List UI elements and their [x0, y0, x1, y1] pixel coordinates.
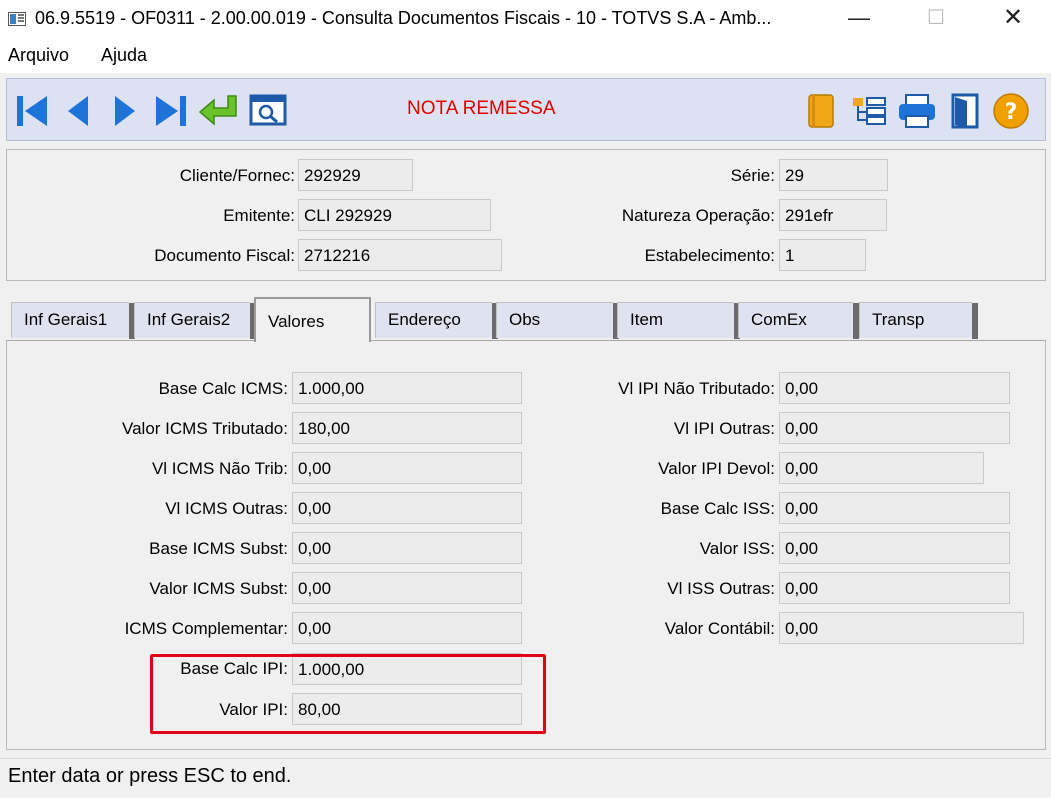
tab-comex[interactable]: ComEx — [738, 302, 859, 339]
svg-text:?: ? — [1005, 100, 1018, 125]
notebook-icon[interactable] — [803, 92, 839, 130]
valor-icms-subst-label: Valor ICMS Subst: — [149, 579, 288, 598]
cliente-field[interactable]: 292929 — [298, 159, 413, 191]
status-text: Enter data or press ESC to end. — [8, 765, 292, 787]
serie-label: Série: — [730, 166, 775, 185]
base-calc-iss-field[interactable]: 0,00 — [779, 492, 1010, 524]
tab-obs[interactable]: Obs — [496, 302, 619, 339]
ipi-highlight-box — [150, 654, 546, 734]
tab-endereco[interactable]: Endereço — [375, 302, 498, 339]
menu-bar — [0, 40, 1051, 73]
tree-icon[interactable] — [851, 92, 891, 130]
vl-icms-outras-label: Vl ICMS Outras: — [165, 499, 288, 518]
base-icms-subst-field[interactable]: 0,00 — [292, 532, 522, 564]
natureza-operacao-label: Natureza Operação: — [621, 206, 775, 225]
base-calc-iss-label: Base Calc ISS: — [660, 499, 775, 518]
emitente-field[interactable]: CLI 292929 — [298, 199, 491, 231]
vl-icms-nao-trib-field[interactable]: 0,00 — [292, 452, 522, 484]
valor-iss-field[interactable]: 0,00 — [779, 532, 1010, 564]
vl-ipi-nao-tributado-field[interactable]: 0,00 — [779, 372, 1010, 404]
vl-iss-outras-field[interactable]: 0,00 — [779, 572, 1010, 604]
maximize-button[interactable]: ☐ — [913, 0, 959, 40]
previous-record-icon[interactable] — [63, 92, 93, 130]
valor-iss-label: Valor ISS: — [699, 539, 775, 558]
documento-fiscal-label: Documento Fiscal: — [154, 246, 295, 265]
valor-contabil-field[interactable]: 0,00 — [779, 612, 1024, 644]
tab-inf-gerais1[interactable]: Inf Gerais1 — [11, 302, 135, 339]
tab-inf-gerais2[interactable]: Inf Gerais2 — [134, 302, 256, 339]
valor-icms-subst-field[interactable]: 0,00 — [292, 572, 522, 604]
valor-icms-tributado-field[interactable]: 180,00 — [292, 412, 522, 444]
help-icon[interactable]: ? — [991, 92, 1031, 130]
go-to-icon[interactable] — [198, 92, 240, 130]
serie-field[interactable]: 29 — [779, 159, 888, 191]
estabelecimento-label: Estabelecimento: — [644, 246, 775, 265]
vl-ipi-outras-field[interactable]: 0,00 — [779, 412, 1010, 444]
tab-strip-divider — [6, 340, 1046, 341]
vl-iss-outras-label: Vl ISS Outras: — [667, 579, 775, 598]
valor-ipi-devol-field[interactable]: 0,00 — [779, 452, 984, 484]
tab-valores[interactable]: Valores — [254, 297, 371, 342]
search-icon[interactable] — [248, 92, 288, 130]
estabelecimento-field[interactable]: 1 — [779, 239, 866, 271]
tab-transp[interactable]: Transp — [859, 302, 978, 339]
first-record-icon[interactable] — [14, 92, 50, 130]
icms-complementar-label: ICMS Complementar: — [124, 619, 288, 638]
valor-icms-tributado-label: Valor ICMS Tributado: — [122, 419, 288, 438]
vl-ipi-nao-tributado-label: Vl IPI Não Tributado: — [618, 379, 775, 398]
natureza-operacao-field[interactable]: 291efr — [779, 199, 887, 231]
app-icon — [8, 12, 26, 26]
vl-icms-outras-field[interactable]: 0,00 — [292, 492, 522, 524]
print-icon[interactable] — [896, 92, 938, 130]
emitente-label: Emitente: — [223, 206, 295, 225]
base-icms-subst-label: Base ICMS Subst: — [149, 539, 288, 558]
valor-contabil-label: Valor Contábil: — [664, 619, 775, 638]
window-title: 06.9.5519 - OF0311 - 2.00.00.019 - Consu… — [35, 8, 772, 28]
cliente-label: Cliente/Fornec: — [179, 166, 295, 185]
icms-complementar-field[interactable]: 0,00 — [292, 612, 522, 644]
vl-icms-nao-trib-label: Vl ICMS Não Trib: — [151, 459, 288, 478]
valor-ipi-devol-label: Valor IPI Devol: — [658, 459, 775, 478]
base-calc-icms-label: Base Calc ICMS: — [158, 379, 288, 398]
tab-item[interactable]: Item — [617, 302, 740, 339]
close-button[interactable]: ✕ — [990, 0, 1036, 40]
menu-arquivo[interactable]: Arquivo — [8, 45, 69, 66]
toolbar-title: NOTA REMESSA — [407, 98, 556, 119]
minimize-button[interactable]: — — [836, 0, 882, 40]
vl-ipi-outras-label: Vl IPI Outras: — [673, 419, 775, 438]
next-record-icon[interactable] — [110, 92, 140, 130]
menu-ajuda[interactable]: Ajuda — [101, 45, 147, 66]
base-calc-icms-field[interactable]: 1.000,00 — [292, 372, 522, 404]
last-record-icon[interactable] — [153, 92, 189, 130]
documento-fiscal-field[interactable]: 2712216 — [298, 239, 502, 271]
exit-icon[interactable] — [947, 92, 983, 130]
